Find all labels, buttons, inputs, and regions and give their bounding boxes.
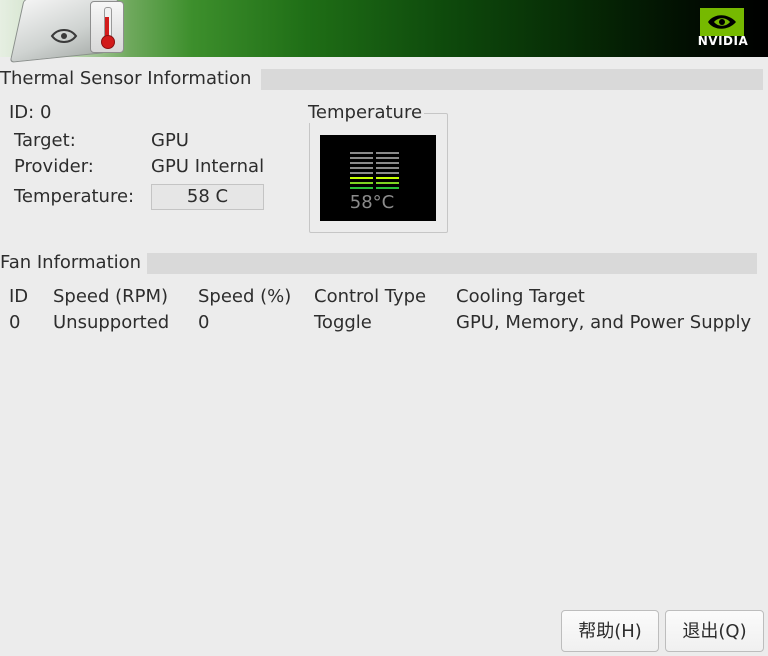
gauge-segment — [350, 172, 373, 174]
gauge-segment — [350, 162, 373, 164]
target-value: GPU — [151, 130, 189, 151]
gauge-segment — [350, 182, 373, 184]
fan-cell-id: 0 — [9, 312, 21, 333]
provider-label: Provider: — [14, 156, 94, 177]
fan-cell-cooling-target: GPU, Memory, and Power Supply — [456, 312, 752, 333]
thermometer-icon — [90, 1, 124, 53]
gauge-segment — [376, 187, 399, 189]
gauge-segment — [350, 157, 373, 159]
gauge-segment — [350, 177, 373, 179]
gauge-segment — [376, 157, 399, 159]
sensor-id: ID: 0 — [9, 102, 52, 123]
fan-column-cooling-target: Cooling Target — [456, 286, 585, 307]
fan-column-id: ID — [9, 286, 29, 307]
thermal-section-title: Thermal Sensor Information — [0, 68, 262, 90]
gauge-segment — [350, 187, 373, 189]
target-label: Target: — [14, 130, 76, 151]
fan-column-speed-percent: Speed (%) — [198, 286, 292, 307]
temperature-gauge-title: Temperature — [308, 102, 425, 123]
temperature-gauge-reading: 58°C — [349, 192, 395, 213]
gauge-segment — [376, 152, 399, 154]
fan-cell-control-type: Toggle — [314, 312, 372, 333]
fan-cell-speed-percent: 0 — [198, 312, 210, 333]
temperature-label: Temperature: — [14, 186, 135, 207]
gauge-segment — [350, 152, 373, 154]
nvidia-logo-icon — [700, 8, 744, 36]
nvidia-wordmark: NVIDIA — [697, 34, 749, 48]
gauge-segment — [376, 177, 399, 179]
help-button[interactable]: 帮助(H) — [561, 610, 659, 652]
nvidia-eye-icon — [50, 29, 78, 43]
fan-column-speed-rpm: Speed (RPM) — [53, 286, 169, 307]
provider-value: GPU Internal — [151, 156, 265, 177]
gauge-segment — [350, 167, 373, 169]
gauge-segment — [376, 182, 399, 184]
gauge-segment — [376, 172, 399, 174]
fan-column-control-type: Control Type — [314, 286, 427, 307]
temperature-value-field: 58 C — [151, 184, 264, 210]
section-divider — [261, 69, 763, 90]
fan-section-title: Fan Information — [0, 252, 148, 274]
header-banner: NVIDIA — [0, 0, 768, 63]
gauge-segment — [376, 167, 399, 169]
quit-button[interactable]: 退出(Q) — [665, 610, 764, 652]
section-divider — [147, 253, 757, 274]
gauge-segment — [376, 162, 399, 164]
fan-cell-speed-rpm: Unsupported — [53, 312, 170, 333]
